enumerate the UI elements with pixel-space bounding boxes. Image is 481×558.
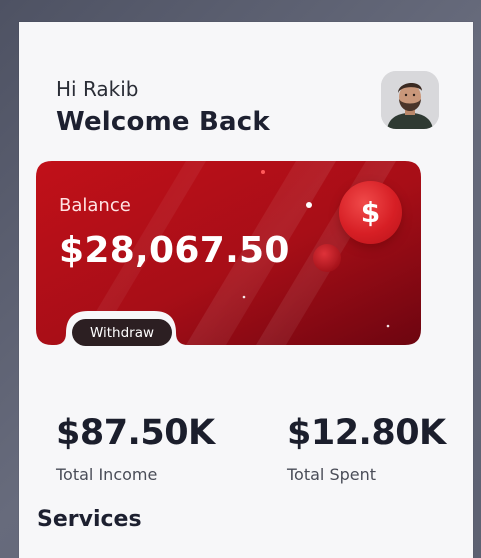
welcome-title: Welcome Back — [56, 107, 270, 137]
total-income-label: Total Income — [56, 465, 158, 484]
greeting-text: Hi Rakib — [56, 77, 139, 101]
balance-amount: $28,067.50 — [59, 230, 290, 271]
services-title: Services — [37, 507, 142, 532]
total-spent-label: Total Spent — [287, 465, 377, 484]
dollar-coin-icon[interactable]: $ — [339, 181, 402, 244]
total-income-value: $87.50K — [56, 413, 215, 453]
avatar[interactable] — [381, 71, 439, 129]
user-photo-icon — [381, 71, 439, 129]
total-spent-value: $12.80K — [287, 413, 446, 453]
balance-label: Balance — [59, 195, 131, 216]
dollar-symbol: $ — [360, 196, 381, 229]
withdraw-button[interactable]: Withdraw — [72, 319, 172, 346]
